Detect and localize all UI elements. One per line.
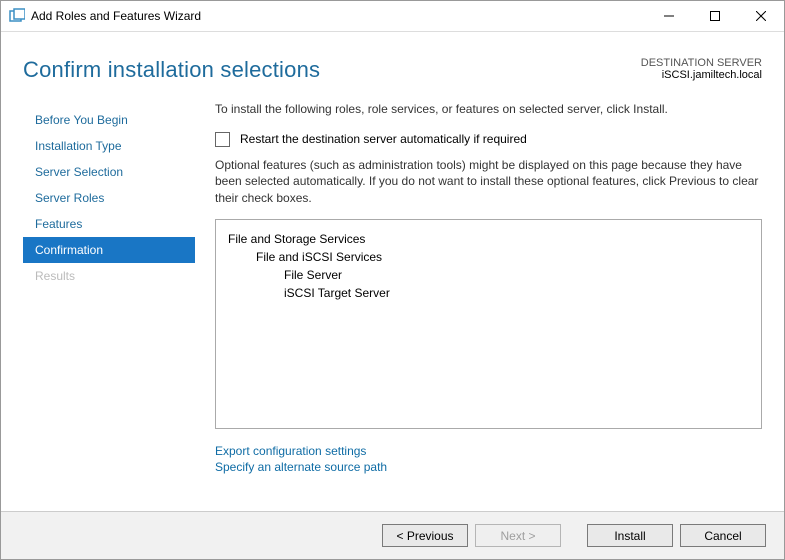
sidebar-item-installation-type[interactable]: Installation Type: [23, 133, 195, 159]
restart-checkbox-row: Restart the destination server automatic…: [215, 132, 762, 147]
list-item: iSCSI Target Server: [284, 284, 749, 302]
install-button[interactable]: Install: [587, 524, 673, 547]
titlebar: Add Roles and Features Wizard: [1, 1, 784, 32]
wizard-window: Add Roles and Features Wizard Confirm in…: [0, 0, 785, 560]
export-config-link[interactable]: Export configuration settings: [215, 443, 762, 459]
main-content: To install the following roles, role ser…: [195, 97, 762, 511]
sidebar-item-features[interactable]: Features: [23, 211, 195, 237]
instruction-text: To install the following roles, role ser…: [215, 102, 762, 118]
sidebar-item-server-roles[interactable]: Server Roles: [23, 185, 195, 211]
restart-checkbox[interactable]: [215, 132, 230, 147]
next-button: Next >: [475, 524, 561, 547]
cancel-button[interactable]: Cancel: [680, 524, 766, 547]
titlebar-title: Add Roles and Features Wizard: [31, 9, 646, 23]
alternate-source-link[interactable]: Specify an alternate source path: [215, 459, 762, 475]
sidebar-item-results: Results: [23, 263, 195, 289]
links-area: Export configuration settings Specify an…: [215, 429, 762, 475]
destination-label: DESTINATION SERVER: [641, 57, 762, 69]
app-icon: [9, 8, 25, 24]
optional-features-note: Optional features (such as administratio…: [215, 157, 762, 207]
minimize-button[interactable]: [646, 1, 692, 30]
window-controls: [646, 1, 784, 31]
selections-listbox[interactable]: File and Storage Services File and iSCSI…: [215, 219, 762, 429]
list-item: File Server: [284, 266, 749, 284]
sidebar-item-server-selection[interactable]: Server Selection: [23, 159, 195, 185]
page-title: Confirm installation selections: [23, 57, 320, 83]
sidebar-item-before-you-begin[interactable]: Before You Begin: [23, 107, 195, 133]
header: Confirm installation selections DESTINAT…: [1, 32, 784, 97]
sidebar-item-confirmation[interactable]: Confirmation: [23, 237, 195, 263]
restart-checkbox-label: Restart the destination server automatic…: [240, 132, 527, 146]
sidebar: Before You Begin Installation Type Serve…: [23, 97, 195, 511]
list-item: File and iSCSI Services: [256, 248, 749, 266]
footer: < Previous Next > Install Cancel: [1, 511, 784, 559]
list-item: File and Storage Services: [228, 230, 749, 248]
previous-button[interactable]: < Previous: [382, 524, 468, 547]
body: Before You Begin Installation Type Serve…: [1, 97, 784, 511]
close-button[interactable]: [738, 1, 784, 30]
destination-block: DESTINATION SERVER iSCSI.jamiltech.local: [641, 57, 762, 81]
destination-value: iSCSI.jamiltech.local: [641, 69, 762, 81]
maximize-button[interactable]: [692, 1, 738, 30]
